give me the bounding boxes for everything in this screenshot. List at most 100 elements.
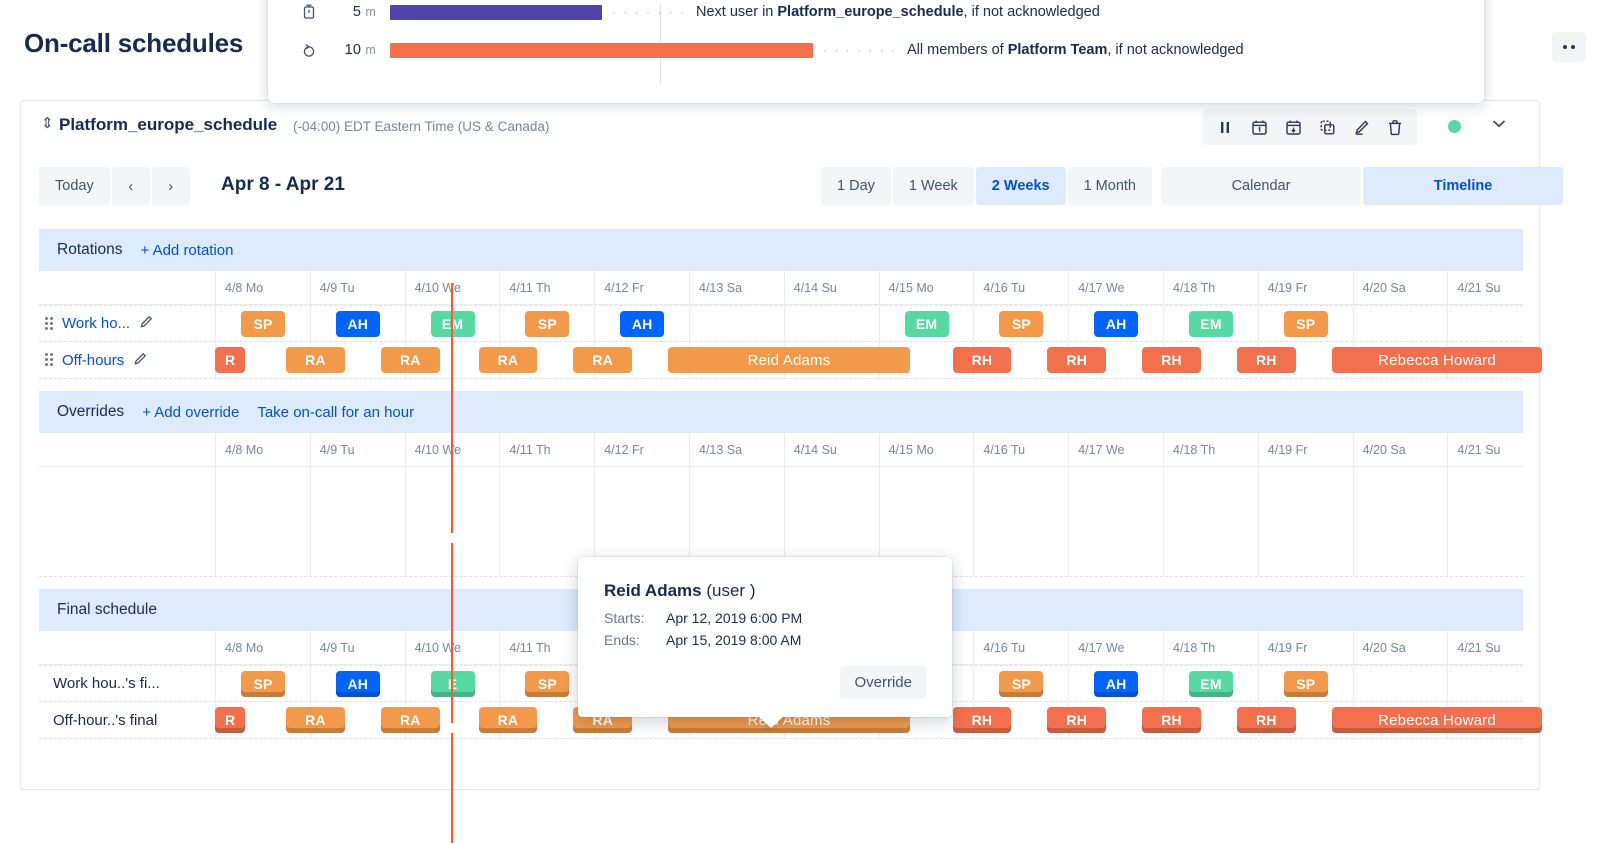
column-divider bbox=[309, 467, 311, 576]
tooltip-ends-label: Ends: bbox=[604, 632, 640, 648]
take-on-call-link[interactable]: Take on-call for an hour bbox=[257, 404, 414, 421]
shift-block[interactable]: AH bbox=[620, 311, 665, 337]
column-divider bbox=[1352, 306, 1354, 341]
more-options-icon[interactable] bbox=[1552, 32, 1586, 62]
column-divider bbox=[404, 306, 406, 341]
today-button[interactable]: Today bbox=[39, 167, 110, 205]
shift-block[interactable]: R bbox=[215, 707, 246, 733]
shift-block[interactable]: EM bbox=[1189, 671, 1233, 697]
span-1-month-button[interactable]: 1 Month bbox=[1067, 167, 1152, 205]
next-period-button[interactable]: › bbox=[151, 167, 190, 205]
span-1-day-button[interactable]: 1 Day bbox=[821, 167, 891, 205]
shift-block[interactable]: RH bbox=[1047, 707, 1107, 733]
shift-block[interactable]: Rebecca Howard bbox=[1331, 347, 1543, 373]
calendar-date-icon[interactable] bbox=[1243, 112, 1275, 142]
sort-vertical-icon[interactable]: ⇕ bbox=[41, 116, 54, 131]
escalation-delay: 10 m bbox=[344, 42, 376, 58]
override-button[interactable]: Override bbox=[840, 666, 926, 699]
drag-handle-icon[interactable] bbox=[45, 353, 55, 367]
shift-block[interactable]: RH bbox=[1236, 707, 1296, 733]
shift-block[interactable]: RH bbox=[1142, 347, 1201, 373]
shift-block[interactable]: RH bbox=[952, 347, 1012, 373]
span-1-week-button[interactable]: 1 Week bbox=[892, 167, 974, 205]
pause-icon[interactable] bbox=[1209, 112, 1241, 142]
add-override-link[interactable]: + Add override bbox=[142, 404, 239, 421]
rotation-row-off-hours: Off-hours R RA RA RA RA Reid Adams RH RH RH RH Reb… bbox=[39, 342, 1543, 379]
shift-block[interactable]: SP bbox=[1283, 671, 1328, 697]
column-divider bbox=[973, 666, 975, 701]
overrides-day-header: 4/8 Mo 4/9 Tu 4/10 We 4/11 Th 4/12 Fr 4/13 Sa… bbox=[39, 433, 1523, 467]
shift-block[interactable]: RA bbox=[380, 347, 440, 373]
schedule-name[interactable]: Platform_europe_schedule bbox=[59, 115, 277, 135]
column-divider bbox=[499, 306, 501, 341]
day-column-header: 4/9 Tu bbox=[309, 433, 405, 466]
shift-detail-tooltip: Reid Adams (user ) Starts: Apr 12, 2019 … bbox=[578, 557, 952, 717]
tooltip-starts-value: Apr 12, 2019 6:00 PM bbox=[666, 610, 803, 626]
copy-icon[interactable] bbox=[1311, 112, 1343, 142]
shift-block[interactable]: EM bbox=[904, 311, 949, 337]
shift-block[interactable]: RA bbox=[286, 707, 345, 733]
shift-block[interactable]: SP bbox=[525, 311, 570, 337]
edit-pencil-icon[interactable] bbox=[139, 315, 153, 332]
shift-block[interactable]: RH bbox=[1236, 347, 1296, 373]
column-divider bbox=[594, 306, 596, 341]
shift-block[interactable]: R bbox=[215, 347, 246, 373]
edit-pencil-icon[interactable] bbox=[1345, 112, 1377, 142]
tooltip-title: Reid Adams (user ) bbox=[604, 581, 926, 601]
delete-trash-icon[interactable] bbox=[1379, 112, 1411, 142]
day-column-header: 4/11 Th bbox=[499, 271, 594, 304]
day-column-header: 4/8 Mo bbox=[215, 631, 310, 664]
column-divider bbox=[404, 666, 406, 701]
chevron-down-icon[interactable] bbox=[1487, 114, 1511, 134]
calendar-download-icon[interactable] bbox=[1277, 112, 1309, 142]
shift-block[interactable]: RA bbox=[380, 707, 440, 733]
shift-block[interactable]: SP bbox=[525, 671, 570, 697]
column-divider bbox=[1257, 467, 1259, 576]
rotation-label-work-hours[interactable]: Work ho... bbox=[39, 306, 215, 341]
day-column-header: 4/15 Mo bbox=[878, 271, 974, 304]
add-rotation-link[interactable]: + Add rotation bbox=[140, 242, 233, 259]
shift-block[interactable]: AH bbox=[1094, 311, 1139, 337]
prev-period-button[interactable]: ‹ bbox=[111, 167, 150, 205]
shift-block[interactable]: AH bbox=[335, 671, 380, 697]
rotation-name-work-hours[interactable]: Work ho... bbox=[62, 315, 130, 332]
shift-block[interactable]: RA bbox=[478, 707, 538, 733]
escalation-bar-orange bbox=[390, 42, 813, 58]
view-calendar-button[interactable]: Calendar bbox=[1161, 167, 1361, 205]
shift-block[interactable]: SP bbox=[1283, 311, 1328, 337]
shift-block[interactable]: SP bbox=[241, 311, 285, 337]
final-schedule-title: Final schedule bbox=[57, 601, 157, 618]
column-divider bbox=[1257, 666, 1259, 701]
view-timeline-button[interactable]: Timeline bbox=[1363, 167, 1563, 205]
rotation-label-off-hours[interactable]: Off-hours bbox=[39, 342, 215, 378]
shift-block[interactable]: AH bbox=[1094, 671, 1139, 697]
shift-block[interactable]: SP bbox=[241, 671, 285, 697]
drag-handle-icon[interactable] bbox=[45, 316, 55, 331]
column-divider bbox=[783, 306, 785, 341]
edit-pencil-icon[interactable] bbox=[133, 352, 147, 369]
day-column-header: 4/19 Fr bbox=[1257, 631, 1353, 664]
shift-block[interactable]: RA bbox=[573, 347, 633, 373]
shift-block[interactable]: RA bbox=[286, 347, 345, 373]
shift-block[interactable]: RH bbox=[1142, 707, 1201, 733]
shift-block[interactable]: RH bbox=[1047, 347, 1107, 373]
column-divider bbox=[1447, 306, 1449, 341]
shift-block[interactable]: Rebecca Howard bbox=[1331, 707, 1543, 733]
shift-block[interactable]: EM bbox=[1189, 311, 1233, 337]
shift-block[interactable]: AH bbox=[335, 311, 380, 337]
shift-block[interactable]: RA bbox=[478, 347, 538, 373]
current-time-line bbox=[451, 733, 453, 843]
day-column-header: 4/16 Tu bbox=[973, 271, 1068, 304]
rotations-title: Rotations bbox=[57, 241, 123, 258]
day-column-header: 4/19 Fr bbox=[1257, 271, 1353, 304]
rotation-name-off-hours[interactable]: Off-hours bbox=[62, 352, 124, 369]
shift-block[interactable]: SP bbox=[999, 311, 1044, 337]
span-2-weeks-button[interactable]: 2 Weeks bbox=[975, 167, 1066, 205]
shift-block[interactable]: SP bbox=[999, 671, 1044, 697]
column-divider bbox=[1068, 306, 1070, 341]
escalation-rule-row: 10 m · · · · · · · All members of Platfo… bbox=[302, 30, 1460, 70]
shift-block[interactable]: RH bbox=[952, 707, 1012, 733]
day-column-header: 4/14 Su bbox=[783, 433, 879, 466]
day-column-header: 4/9 Tu bbox=[309, 271, 405, 304]
shift-block[interactable]: Reid Adams bbox=[668, 347, 910, 373]
